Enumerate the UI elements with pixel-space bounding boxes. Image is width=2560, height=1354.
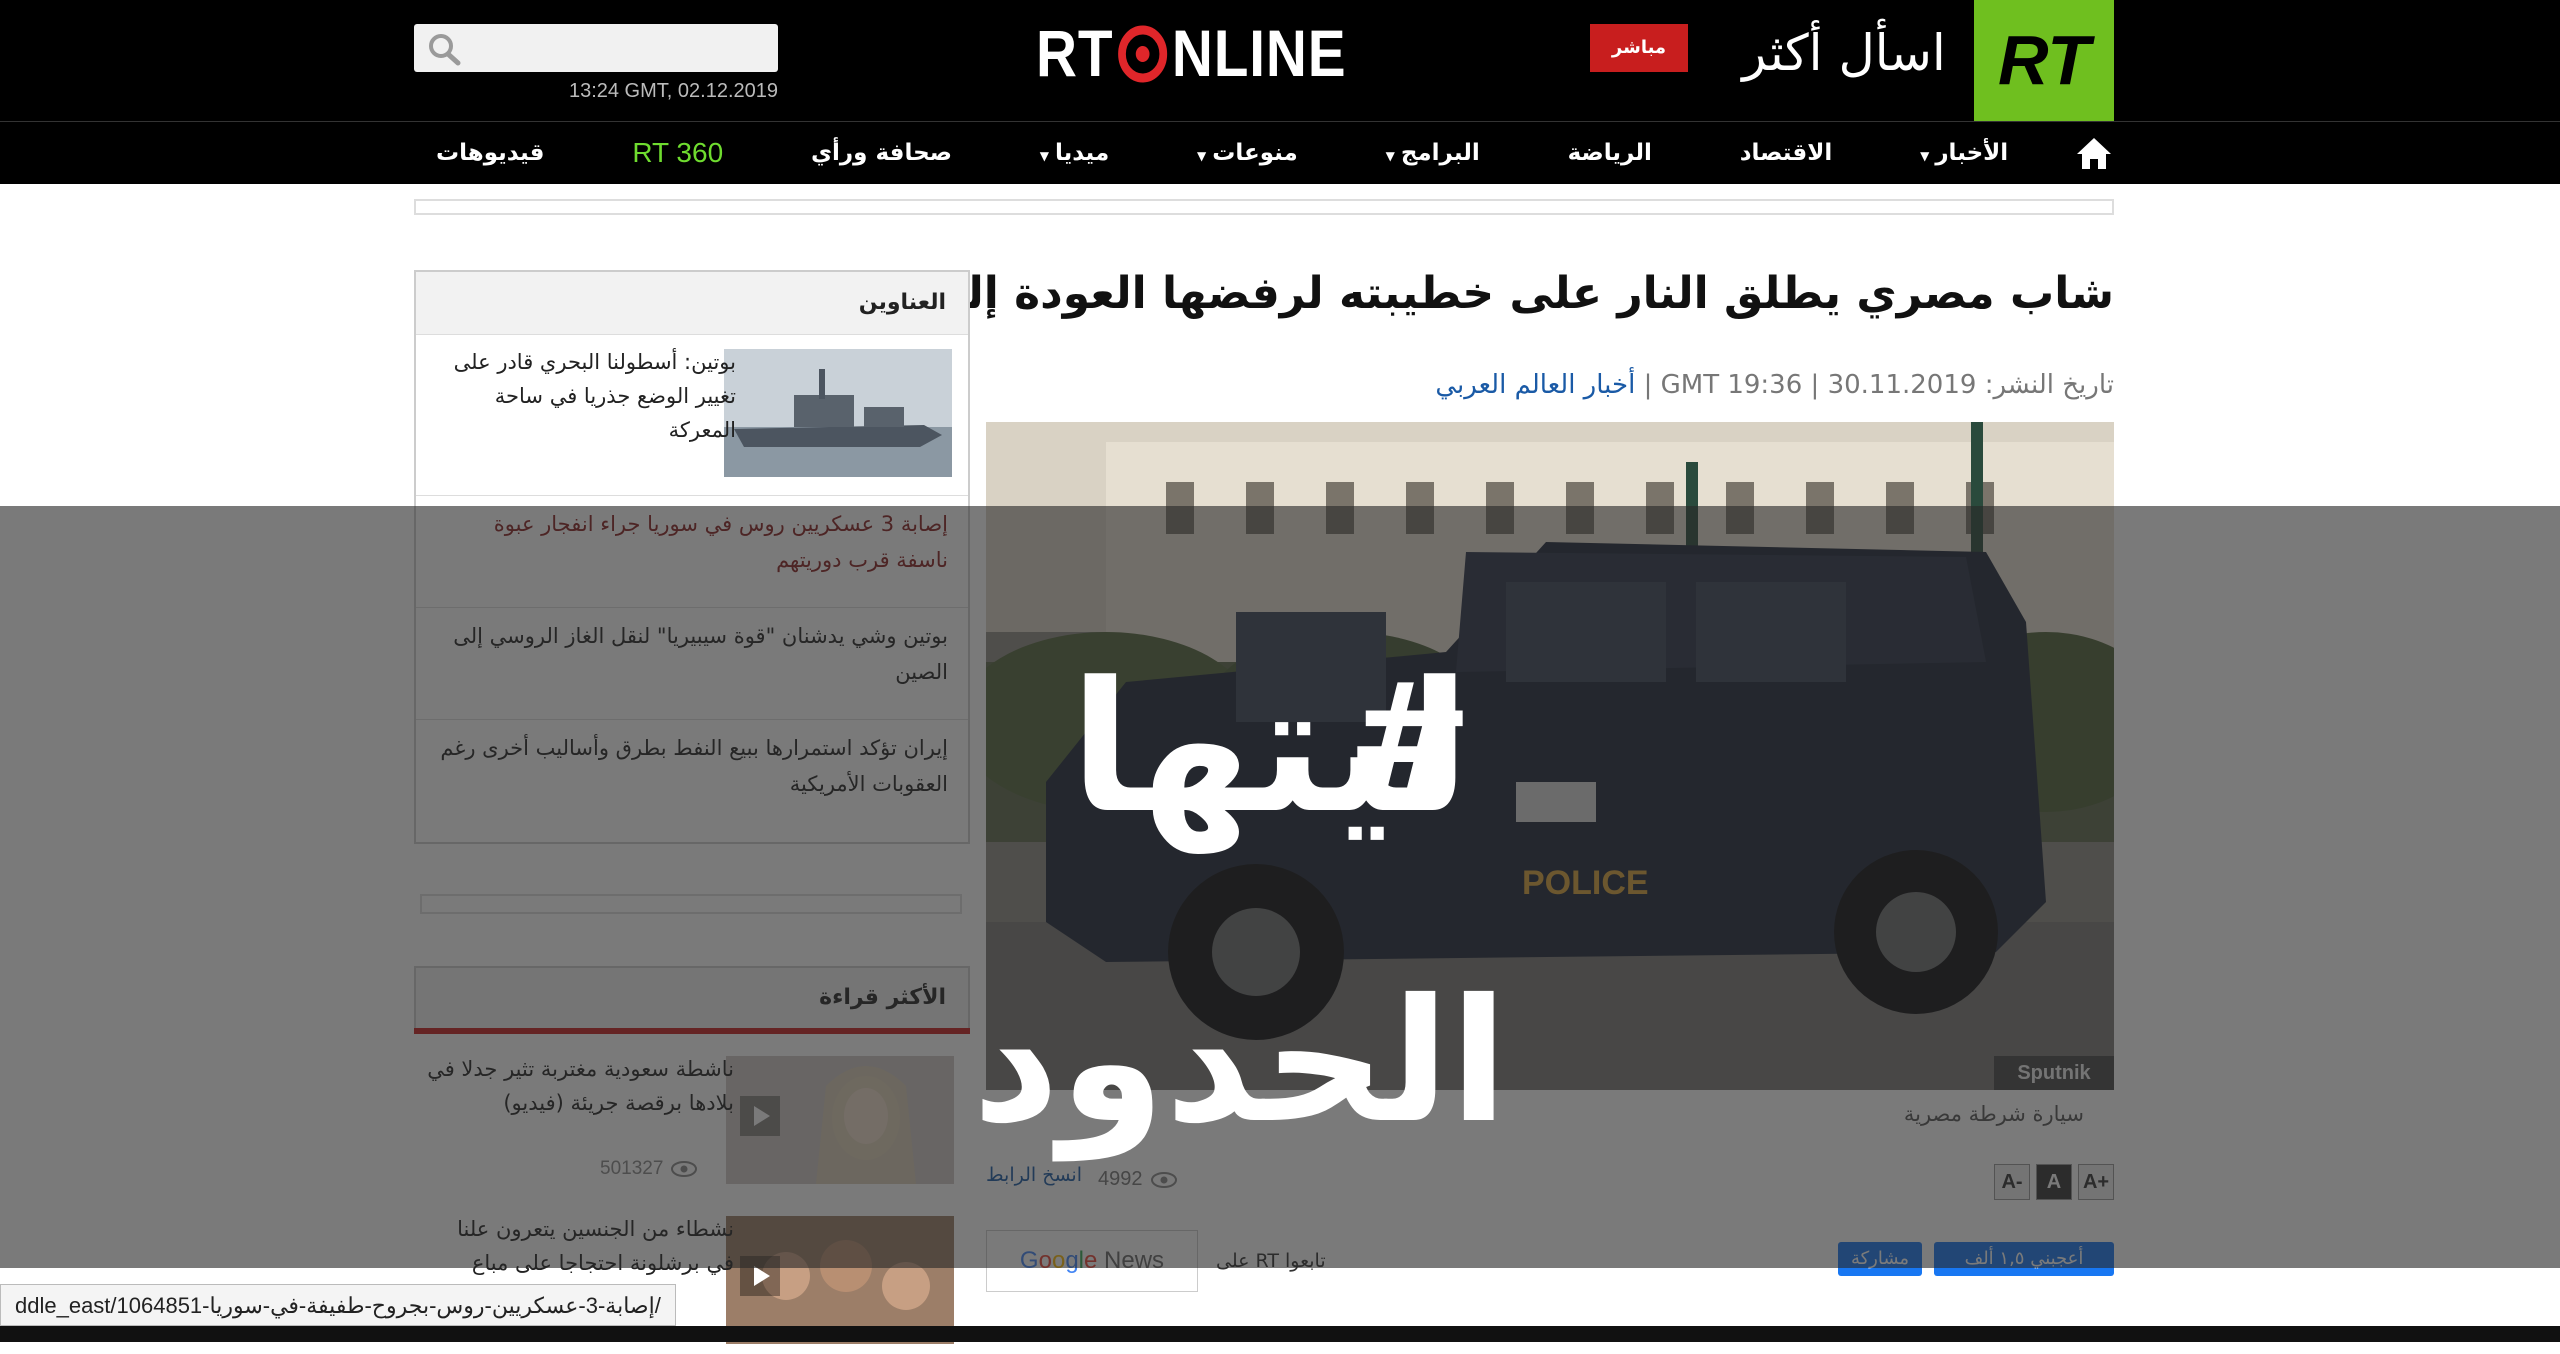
most-read-title: الأكثر قراءة — [414, 966, 970, 1028]
facebook-share-button[interactable]: مشاركة — [1838, 1242, 1922, 1276]
font-size-controls: A- A A+ — [1994, 1164, 2114, 1200]
caret-down-icon: ▼ — [1039, 149, 1049, 163]
video-thumbnail — [726, 1216, 954, 1344]
main-navigation: الأخبار▼ الاقتصاد الرياضة البرامج▼ منوعا… — [0, 121, 2560, 184]
published-label: تاريخ النشر: — [1984, 370, 2114, 400]
window-bottom-edge — [0, 1326, 2560, 1342]
article-meta: تاريخ النشر: 30.11.2019 | GMT 19:36 | أخ… — [1435, 370, 2114, 400]
warship-thumbnail — [724, 349, 952, 477]
list-item[interactable]: إصابة 3 عسكريين روس في سوريا جراء انفجار… — [416, 496, 968, 608]
published-date: 30.11.2019 — [1827, 370, 1977, 400]
eye-icon — [671, 1161, 698, 1177]
nav-item-economy[interactable]: الاقتصاد — [1718, 140, 1855, 166]
nav-item-sports[interactable]: الرياضة — [1546, 140, 1674, 166]
caret-down-icon: ▼ — [1920, 149, 1930, 163]
home-icon[interactable] — [2074, 135, 2114, 171]
nav-item-videos[interactable]: قيديوهات — [414, 140, 567, 166]
list-item[interactable]: ناشطة سعودية مغتربة تثير جدلا في بلادها … — [414, 1034, 970, 1194]
photo-credit: Sputnik — [1994, 1056, 2114, 1090]
nav-item-rt360[interactable]: RT 360 — [610, 137, 745, 169]
share-row: Google News تابعوا RT على مشاركة أعجبني … — [986, 1226, 2114, 1294]
headlines-sidebar: العناوين بوتين: أسطولنا البحري قادر على … — [414, 270, 970, 844]
font-normal-button[interactable]: A — [2036, 1164, 2072, 1200]
follow-text: تابعوا RT على — [1216, 1250, 1326, 1272]
police-text: POLICE — [1522, 864, 1649, 902]
article-category-link[interactable]: أخبار العالم العربي — [1435, 370, 1635, 400]
sidebar-title: العناوين — [416, 272, 968, 335]
live-button[interactable]: مباشر — [1590, 24, 1688, 72]
slogan: اسأل أكثر — [1742, 24, 1946, 82]
sidebar-strip — [420, 894, 962, 914]
top-header: 13:24 GMT, 02.12.2019 RT NLINE مباشر اسأ… — [0, 0, 2560, 121]
nav-item-press[interactable]: صحافة ورأي — [789, 140, 974, 166]
list-item[interactable]: إيران تؤكد استمرارها ببيع النفط بطرق وأس… — [416, 720, 968, 832]
logo-ring-icon — [1117, 23, 1169, 83]
svg-text:#: # — [1347, 652, 1473, 826]
ad-strip — [414, 199, 2114, 215]
search-input[interactable] — [414, 24, 778, 72]
sidebar-feature[interactable]: بوتين: أسطولنا البحري قادر على تغيير الو… — [416, 335, 968, 496]
published-time: GMT 19:36 — [1660, 370, 1803, 400]
google-news-button[interactable]: Google News — [986, 1230, 1198, 1292]
logo-text-right: NLINE — [1171, 16, 1347, 90]
nav-item-news[interactable]: الأخبار▼ — [1898, 140, 2030, 166]
nav-item-programs[interactable]: البرامج▼ — [1364, 140, 1502, 166]
play-icon — [740, 1096, 780, 1136]
caret-down-icon: ▼ — [1197, 149, 1207, 163]
nav-item-variety[interactable]: منوعات▼ — [1175, 140, 1320, 166]
logo-text-left: RT — [1036, 16, 1114, 90]
font-increase-button[interactable]: A+ — [2078, 1164, 2114, 1200]
list-item[interactable]: بوتين وشي يدشنان "قوة سيبيريا" لنقل الغا… — [416, 608, 968, 720]
rt-online-logo[interactable]: RT NLINE — [1036, 16, 1347, 90]
rt-brand-logo[interactable]: RT — [1974, 0, 2114, 121]
play-icon — [740, 1256, 780, 1296]
hashtag-watermark: ليتها # الحدود — [972, 644, 1508, 1162]
nav-items: الأخبار▼ الاقتصاد الرياضة البرامج▼ منوعا… — [414, 122, 2114, 184]
facebook-like-button[interactable]: أعجبني ١,٥ ألف — [1934, 1242, 2114, 1276]
search-icon[interactable] — [426, 32, 466, 66]
current-datetime: 13:24 GMT, 02.12.2019 — [568, 80, 778, 102]
caret-down-icon: ▼ — [1385, 149, 1395, 163]
nav-item-media[interactable]: ميديا▼ — [1018, 140, 1131, 166]
most-read-views: 501327 — [600, 1158, 698, 1180]
svg-text:الحدود: الحدود — [972, 963, 1508, 1162]
video-thumbnail — [726, 1056, 954, 1184]
font-decrease-button[interactable]: A- — [1994, 1164, 2030, 1200]
most-read-text: نشطاء من الجنسين يتعرون علنا في برشلونة … — [457, 1217, 734, 1275]
article-title: شاب مصري يطلق النار على خطيبته لرفضها ال… — [922, 268, 2114, 319]
sidebar-feature-text: بوتين: أسطولنا البحري قادر على تغيير الو… — [453, 350, 736, 442]
status-bar-url: ddle_east/1064851-إصابة-3-عسكريين-روس-بج… — [0, 1284, 676, 1326]
most-read-text: ناشطة سعودية مغتربة تثير جدلا في بلادها … — [427, 1057, 734, 1115]
